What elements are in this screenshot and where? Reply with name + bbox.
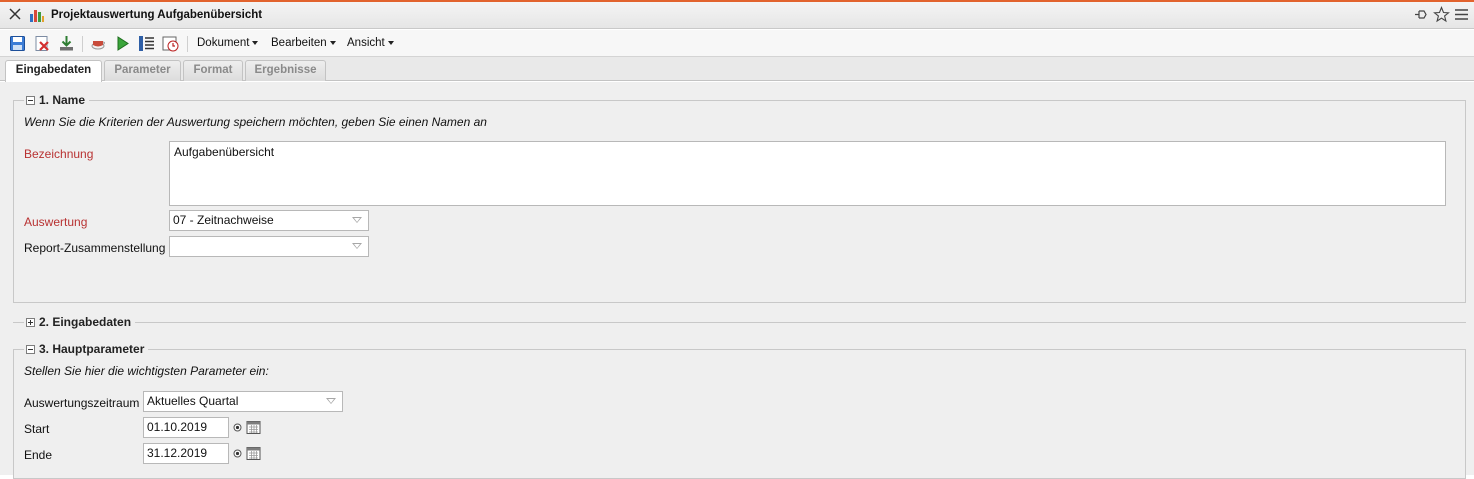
- collapse-icon[interactable]: [26, 344, 35, 354]
- expand-icon[interactable]: [26, 317, 35, 327]
- menu-icon[interactable]: [1453, 6, 1470, 23]
- section-eingabedaten-legend[interactable]: 2. Eingabedaten: [24, 315, 136, 329]
- menu-ansicht[interactable]: Ansicht: [347, 37, 394, 49]
- chevron-down-icon: [352, 217, 362, 223]
- bezeichnung-label: Bezeichnung: [24, 147, 94, 161]
- menu-dokument[interactable]: Dokument: [197, 37, 259, 49]
- section-divider: [13, 322, 1466, 323]
- zeitraum-select[interactable]: Aktuelles Quartal: [143, 391, 343, 412]
- toolbar-separator: [82, 36, 83, 52]
- section-name-hint: Wenn Sie die Kriterien der Auswertung sp…: [24, 115, 487, 129]
- chevron-down-icon: [352, 243, 362, 249]
- tab-parameter[interactable]: Parameter: [104, 60, 181, 81]
- calendar-icon[interactable]: [245, 445, 262, 462]
- radio-dot-icon[interactable]: [229, 419, 246, 436]
- end-date-field[interactable]: 31.12.2019: [143, 443, 229, 464]
- pin-icon[interactable]: [1413, 6, 1430, 23]
- menu-bearbeiten[interactable]: Bearbeiten: [271, 37, 336, 49]
- report-select[interactable]: [169, 236, 369, 257]
- section-hauptparameter-legend[interactable]: 3. Hauptparameter: [24, 342, 149, 356]
- start-date-field[interactable]: 01.10.2019: [143, 417, 229, 438]
- tab-bar: Eingabedaten Parameter Format Ergebnisse: [0, 57, 1474, 82]
- zeitraum-label: Auswertungszeitraum: [24, 396, 140, 410]
- section-hauptparameter-hint: Stellen Sie hier die wichtigsten Paramet…: [24, 364, 269, 378]
- toolbar: Dokument Bearbeiten Ansicht: [0, 30, 1474, 57]
- chart-icon: [29, 7, 45, 23]
- auswertung-select[interactable]: 07 - Zeitnachweise: [169, 210, 369, 231]
- form-content: 1. Name Wenn Sie die Kriterien der Auswe…: [0, 82, 1474, 479]
- toolbar-separator: [187, 36, 188, 52]
- tab-format[interactable]: Format: [183, 60, 243, 81]
- coffee-icon[interactable]: [90, 35, 107, 52]
- section-name-legend[interactable]: 1. Name: [24, 93, 90, 107]
- ende-label: Ende: [24, 448, 53, 462]
- delete-icon[interactable]: [34, 35, 51, 52]
- report-label: Report-Zusammenstellung: [24, 241, 166, 255]
- collapse-icon[interactable]: [26, 95, 35, 105]
- section-hauptparameter: 3. Hauptparameter Stellen Sie hier die w…: [13, 342, 1466, 479]
- download-icon[interactable]: [58, 35, 75, 52]
- auswertung-label: Auswertung: [24, 215, 88, 229]
- tab-eingabedaten[interactable]: Eingabedaten: [5, 60, 102, 82]
- radio-dot-icon[interactable]: [229, 445, 246, 462]
- section-name: 1. Name Wenn Sie die Kriterien der Auswe…: [13, 93, 1466, 303]
- run-icon[interactable]: [114, 35, 131, 52]
- star-icon[interactable]: [1433, 6, 1450, 23]
- save-icon[interactable]: [9, 35, 26, 52]
- close-icon[interactable]: [8, 7, 22, 21]
- list-icon[interactable]: [138, 35, 155, 52]
- window-title: Projektauswertung Aufgabenübersicht: [51, 9, 263, 21]
- chevron-down-icon: [326, 398, 336, 404]
- window-titlebar: Projektauswertung Aufgabenübersicht: [0, 2, 1474, 29]
- schedule-icon[interactable]: [162, 35, 179, 52]
- start-label: Start: [24, 422, 50, 436]
- calendar-icon[interactable]: [245, 419, 262, 436]
- tab-ergebnisse[interactable]: Ergebnisse: [245, 60, 326, 81]
- bezeichnung-field[interactable]: Aufgabenübersicht: [169, 141, 1446, 206]
